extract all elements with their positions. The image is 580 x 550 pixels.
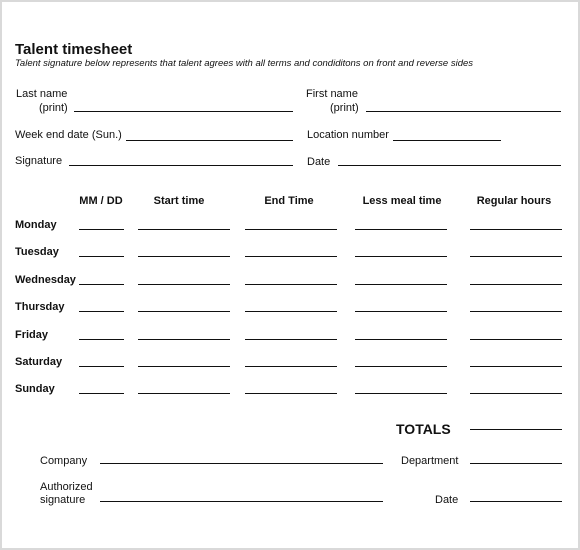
- date-field[interactable]: [338, 165, 561, 166]
- saturday-start-time-field[interactable]: [138, 366, 230, 367]
- department-label: Department: [401, 455, 459, 467]
- column-header-start-time: Start time: [153, 195, 205, 207]
- totals-field[interactable]: [470, 429, 562, 430]
- column-header-regular-hours: Regular hours: [476, 195, 552, 207]
- date-label: Date: [307, 156, 331, 168]
- sunday-start-time-field[interactable]: [138, 393, 230, 394]
- monday-end-time-field[interactable]: [245, 229, 337, 230]
- totals-label: TOTALS: [396, 421, 451, 437]
- wednesday-less-meal-time-field[interactable]: [355, 284, 447, 285]
- week-end-date-label: Week end date (Sun.): [15, 129, 122, 141]
- week-end-date-field[interactable]: [126, 140, 293, 141]
- friday-less-meal-time-field[interactable]: [355, 339, 447, 340]
- row-label-wednesday: Wednesday: [15, 274, 76, 286]
- thursday-start-time-field[interactable]: [138, 311, 230, 312]
- authorized-signature-label: signature: [40, 494, 86, 506]
- monday-less-meal-time-field[interactable]: [355, 229, 447, 230]
- row-label-monday: Monday: [15, 219, 57, 231]
- wednesday-start-time-field[interactable]: [138, 284, 230, 285]
- company-label: Company: [40, 455, 88, 467]
- saturday-end-time-field[interactable]: [245, 366, 337, 367]
- monday-regular-hours-field[interactable]: [470, 229, 562, 230]
- sunday-less-meal-time-field[interactable]: [355, 393, 447, 394]
- authorized-label: Authorized: [40, 481, 93, 493]
- signature-label: Signature: [15, 155, 63, 167]
- last-name-label: Last name: [16, 88, 68, 100]
- monday-mm-dd-field[interactable]: [79, 229, 124, 230]
- form-title: Talent timesheet: [15, 41, 133, 58]
- first-name-print-label: (print): [330, 102, 359, 114]
- footer-date-field[interactable]: [470, 501, 562, 502]
- row-label-thursday: Thursday: [15, 301, 65, 313]
- first-name-label: First name: [306, 88, 358, 100]
- thursday-regular-hours-field[interactable]: [470, 311, 562, 312]
- tuesday-regular-hours-field[interactable]: [470, 256, 562, 257]
- monday-start-time-field[interactable]: [138, 229, 230, 230]
- column-header-end-time: End Time: [264, 195, 314, 207]
- tuesday-less-meal-time-field[interactable]: [355, 256, 447, 257]
- form-subtitle: Talent signature below represents that t…: [15, 58, 474, 69]
- tuesday-start-time-field[interactable]: [138, 256, 230, 257]
- saturday-regular-hours-field[interactable]: [470, 366, 562, 367]
- friday-mm-dd-field[interactable]: [79, 339, 124, 340]
- last-name-field[interactable]: [74, 111, 293, 112]
- friday-regular-hours-field[interactable]: [470, 339, 562, 340]
- row-label-sunday: Sunday: [15, 383, 55, 395]
- thursday-mm-dd-field[interactable]: [79, 311, 124, 312]
- friday-end-time-field[interactable]: [245, 339, 337, 340]
- column-header-mm-dd: MM / DD: [79, 195, 123, 207]
- company-field[interactable]: [100, 463, 383, 464]
- thursday-end-time-field[interactable]: [245, 311, 337, 312]
- thursday-less-meal-time-field[interactable]: [355, 311, 447, 312]
- tuesday-mm-dd-field[interactable]: [79, 256, 124, 257]
- saturday-less-meal-time-field[interactable]: [355, 366, 447, 367]
- friday-start-time-field[interactable]: [138, 339, 230, 340]
- location-number-label: Location number: [307, 129, 389, 141]
- sunday-regular-hours-field[interactable]: [470, 393, 562, 394]
- department-field[interactable]: [470, 463, 562, 464]
- row-label-saturday: Saturday: [15, 356, 63, 368]
- signature-field[interactable]: [69, 165, 293, 166]
- sunday-end-time-field[interactable]: [245, 393, 337, 394]
- row-label-friday: Friday: [15, 329, 49, 341]
- last-name-print-label: (print): [39, 102, 68, 114]
- sunday-mm-dd-field[interactable]: [79, 393, 124, 394]
- wednesday-end-time-field[interactable]: [245, 284, 337, 285]
- first-name-field[interactable]: [366, 111, 561, 112]
- location-number-field[interactable]: [393, 140, 501, 141]
- wednesday-regular-hours-field[interactable]: [470, 284, 562, 285]
- authorized-signature-field[interactable]: [100, 501, 383, 502]
- row-label-tuesday: Tuesday: [15, 246, 59, 258]
- footer-date-label: Date: [435, 494, 459, 506]
- wednesday-mm-dd-field[interactable]: [79, 284, 124, 285]
- saturday-mm-dd-field[interactable]: [79, 366, 124, 367]
- tuesday-end-time-field[interactable]: [245, 256, 337, 257]
- column-header-less-meal-time: Less meal time: [362, 195, 442, 207]
- page-frame: [0, 0, 580, 550]
